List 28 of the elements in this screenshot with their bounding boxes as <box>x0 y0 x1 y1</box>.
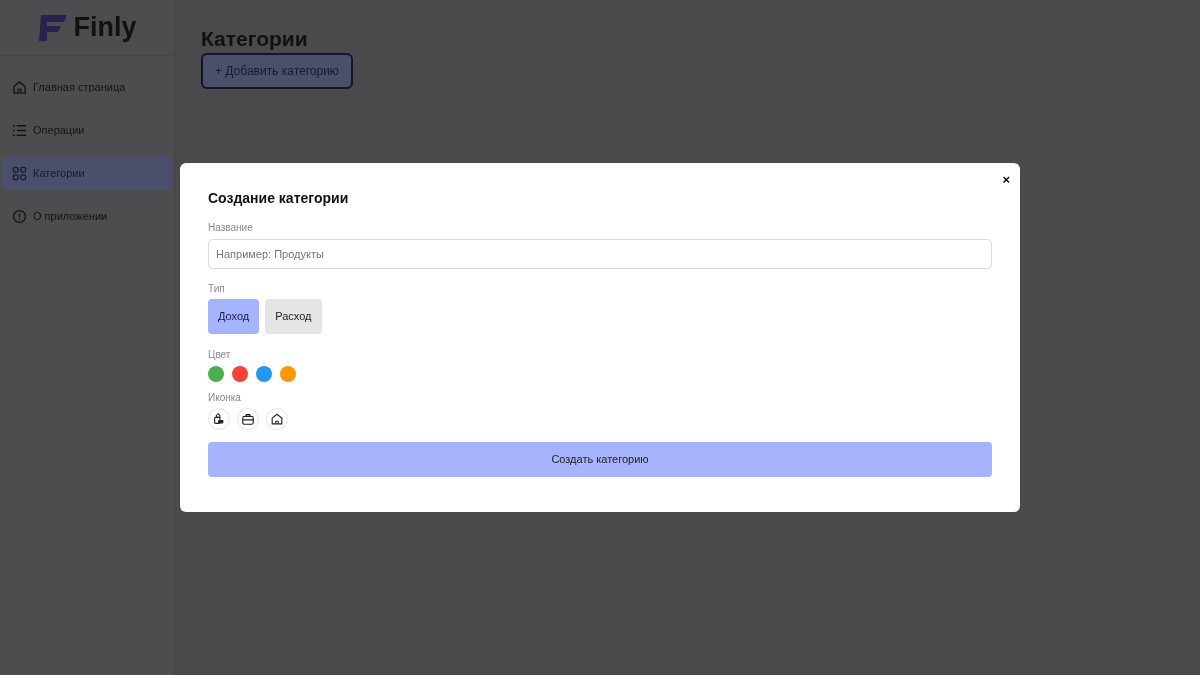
close-button[interactable]: × <box>1002 173 1010 186</box>
logo-text: Finly <box>73 11 137 45</box>
add-category-button[interactable]: + Добавить категорию <box>201 53 353 90</box>
color-swatch[interactable] <box>232 366 248 382</box>
list-icon <box>12 122 27 138</box>
type-option-button[interactable]: Доход <box>208 299 260 334</box>
dialog-title: Создание категории <box>208 191 350 205</box>
home-icon <box>12 79 27 95</box>
info-icon <box>12 208 27 224</box>
create-category-button[interactable]: Создать категорию <box>208 442 992 477</box>
grid-icon <box>12 165 27 181</box>
field-label: Тип <box>208 282 226 296</box>
field-label: Цвет <box>208 348 232 362</box>
sidebar-item[interactable]: Категории <box>2 156 172 190</box>
name-input-field[interactable]: Например: Продукты <box>208 239 992 269</box>
color-swatch[interactable] <box>208 366 224 382</box>
field-label: Иконка <box>208 391 242 405</box>
field-label: Название <box>208 221 254 235</box>
sidebar-item[interactable]: Главная страница <box>2 70 172 104</box>
briefcase-icon <box>241 412 255 426</box>
logo-icon <box>37 12 70 43</box>
color-swatch[interactable] <box>280 366 296 382</box>
sidebar-item[interactable]: Операции <box>2 113 172 147</box>
home-icon <box>270 412 284 426</box>
page-title: Категории <box>201 26 309 52</box>
type-option-button[interactable]: Расход <box>265 299 322 334</box>
sidebar-item[interactable]: О приложении <box>2 199 172 233</box>
color-swatch[interactable] <box>256 366 272 382</box>
